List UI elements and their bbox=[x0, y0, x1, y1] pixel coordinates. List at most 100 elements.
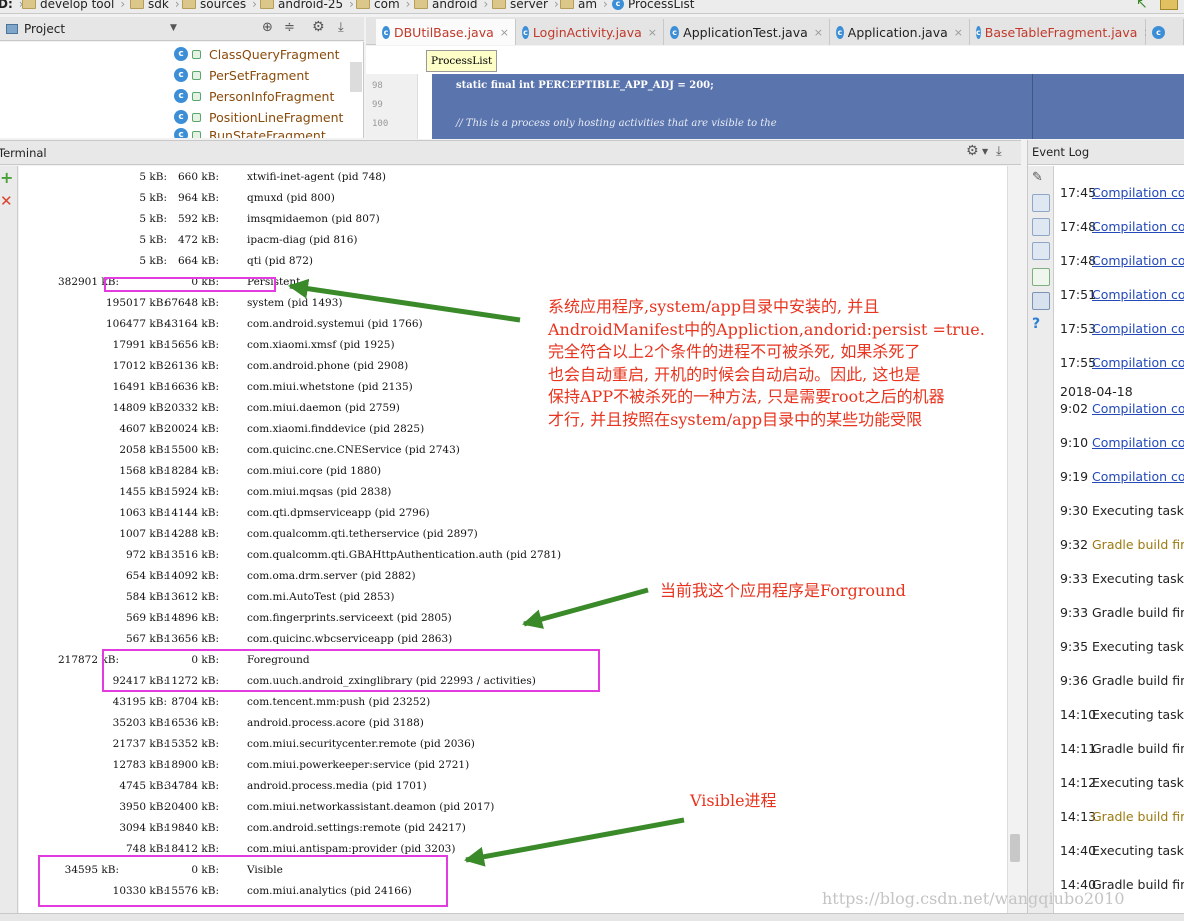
event-log-title[interactable]: Event Log bbox=[1028, 140, 1184, 165]
close-icon[interactable]: × bbox=[648, 26, 657, 39]
event-link[interactable]: Compilation cor bbox=[1092, 355, 1184, 370]
mark-read-icon[interactable] bbox=[1032, 268, 1050, 286]
wrench-icon[interactable]: ✎ bbox=[1032, 170, 1050, 188]
close-icon[interactable]: × bbox=[814, 26, 823, 39]
sdk-manager-icon[interactable] bbox=[1160, 0, 1178, 10]
add-terminal-icon[interactable]: + bbox=[0, 168, 13, 187]
close-icon[interactable]: × bbox=[500, 26, 509, 39]
event-time: 17:48 bbox=[1060, 219, 1097, 234]
line-number: 100 bbox=[372, 119, 389, 129]
terminal-cell-name: com.android.settings:remote (pid 24217) bbox=[247, 822, 466, 834]
terminal-row: 1063 kB: 14144 kB: com.qti.dpmserviceapp (… bbox=[19, 503, 1009, 523]
annotation-visible: Visible进程 bbox=[690, 791, 777, 810]
code-line: // This is a process only hosting activi… bbox=[456, 118, 777, 129]
balloon-icon[interactable] bbox=[1032, 194, 1050, 212]
close-icon[interactable]: × bbox=[954, 26, 963, 39]
annotation-persistent: 系统应用程序,system/app目录中安装的, 并且 AndroidManif… bbox=[548, 296, 985, 431]
event-link[interactable]: Compilation cor bbox=[1092, 253, 1184, 268]
terminal-row: 4745 kB: 34784 kB: android.process.media (… bbox=[19, 776, 1009, 796]
terminal-row: 5 kB: 664 kB: qti (pid 872) bbox=[19, 251, 1009, 271]
breadcrumb-item-android[interactable]: android › bbox=[414, 0, 488, 10]
close-terminal-icon[interactable]: ✕ bbox=[0, 192, 13, 210]
chevron-down-icon[interactable]: ▼ bbox=[982, 147, 988, 156]
tree-item[interactable]: c RunStateFragment bbox=[174, 128, 326, 138]
scroll-to-end-icon[interactable] bbox=[1032, 242, 1050, 260]
terminal-cell-mem: 20332 kB: bbox=[164, 402, 219, 414]
event-link[interactable]: Compilation cor bbox=[1092, 185, 1184, 200]
terminal-cell-mem: 664 kB: bbox=[178, 255, 219, 267]
terminal-header: Terminal ⚙ ▼ ⤓ bbox=[0, 140, 1021, 165]
terminal-cell-name: com.miui.networkassistant.deamon (pid 20… bbox=[247, 801, 495, 813]
class-icon: c bbox=[174, 68, 188, 82]
event-link[interactable]: Compilation cor bbox=[1092, 219, 1184, 234]
event-link[interactable]: Compilation cor bbox=[1092, 287, 1184, 302]
tree-item[interactable]: c ClassQueryFragment bbox=[174, 44, 340, 64]
tree-item[interactable]: c PositionLineFragment bbox=[174, 107, 343, 127]
event-link[interactable]: Compilation cor bbox=[1092, 321, 1184, 336]
hide-panel-icon[interactable]: ⤓ bbox=[338, 20, 344, 35]
gear-icon[interactable]: ⚙ bbox=[312, 19, 325, 35]
collapse-all-icon[interactable]: ≑ bbox=[284, 20, 295, 35]
breadcrumb-item-server[interactable]: server › bbox=[492, 0, 559, 10]
terminal-cell-name: com.quicinc.cne.CNEService (pid 2743) bbox=[247, 444, 460, 456]
breadcrumb-item-am[interactable]: am › bbox=[560, 0, 608, 10]
chevron-down-icon[interactable]: ▼ bbox=[170, 23, 177, 33]
terminal-cell-name: com.qualcomm.qti.tetherservice (pid 2897… bbox=[247, 528, 478, 540]
project-tree: c ClassQueryFragment c PerSetFragment c Per… bbox=[0, 42, 364, 138]
build-hammer-icon[interactable]: ↖ bbox=[1136, 0, 1148, 11]
event-link[interactable]: Compilation cor bbox=[1092, 401, 1184, 416]
event-link[interactable]: Compilation cor bbox=[1092, 435, 1184, 450]
terminal-row: 5 kB: 592 kB: imsqmidaemon (pid 807) bbox=[19, 209, 1009, 229]
event-entry: 9:35Executing tasks: bbox=[1060, 639, 1184, 654]
terminal-cell-name: com.miui.mqsas (pid 2838) bbox=[247, 486, 392, 498]
target-icon[interactable]: ⊕ bbox=[262, 20, 273, 35]
terminal-cell-mem: 14092 kB: bbox=[164, 570, 219, 582]
breadcrumb-drive[interactable]: D:› bbox=[0, 0, 24, 10]
tab-overflow[interactable]: c bbox=[1146, 19, 1184, 45]
terminal-cell-mem: 964 kB: bbox=[178, 192, 219, 204]
terminal-scrollbar[interactable] bbox=[1007, 166, 1021, 916]
class-icon: c bbox=[174, 47, 188, 61]
breadcrumb-item-android-25[interactable]: android-25 › bbox=[260, 0, 354, 10]
hide-panel-icon[interactable]: ⤓ bbox=[996, 144, 1002, 159]
terminal-cell-name: android.process.media (pid 1701) bbox=[247, 780, 427, 792]
tab-application[interactable]: c Application.java × bbox=[830, 19, 970, 45]
project-panel-header: Project ▼ ⊕ ≑ ⚙ ⤓ bbox=[0, 17, 364, 41]
highlight-box-visible bbox=[38, 855, 448, 907]
tree-item[interactable]: c PerSetFragment bbox=[174, 65, 309, 85]
breadcrumb-item-current[interactable]: c ProcessList bbox=[612, 0, 695, 10]
terminal-title[interactable]: Terminal bbox=[0, 146, 47, 160]
breadcrumb-item-sdk[interactable]: sdk › bbox=[130, 0, 180, 10]
tab-label: Application.java bbox=[847, 24, 948, 40]
scrollbar-thumb[interactable] bbox=[1010, 834, 1020, 862]
help-icon[interactable]: ? bbox=[1032, 316, 1050, 334]
annotation-line: 才行, 并且按照在system/app目录中的某些功能受限 bbox=[548, 409, 923, 429]
tree-scrollbar[interactable] bbox=[350, 62, 362, 92]
event-message: Executing tasks: bbox=[1092, 843, 1184, 858]
terminal-cell-mem: 67648 kB: bbox=[164, 297, 219, 309]
terminal-cell-name: com.miui.whetstone (pid 2135) bbox=[247, 381, 413, 393]
tab-applicationtest[interactable]: c ApplicationTest.java × bbox=[664, 19, 830, 45]
project-panel-title[interactable]: Project bbox=[24, 22, 65, 36]
breadcrumb-item-develop-tool[interactable]: develop tool › bbox=[22, 0, 125, 10]
highlight-box-foreground bbox=[102, 649, 600, 692]
terminal-cell-mem: 15924 kB: bbox=[164, 486, 219, 498]
breadcrumb-item-com[interactable]: com › bbox=[356, 0, 410, 10]
terminal-cell-name: com.xiaomi.finddevice (pid 2825) bbox=[247, 423, 425, 435]
tab-basetablefragment[interactable]: cBaseTableFragment.java× bbox=[970, 19, 1153, 45]
code-selection-right bbox=[1032, 74, 1184, 139]
event-link[interactable]: Compilation cor bbox=[1092, 469, 1184, 484]
trash-icon[interactable] bbox=[1032, 292, 1050, 310]
event-log-toolbar: ✎ ? bbox=[1028, 166, 1054, 921]
tab-dbutilbase[interactable]: c DBUtilBase.java × bbox=[376, 19, 516, 45]
breadcrumb-item-sources[interactable]: sources › bbox=[182, 0, 257, 10]
terminal-cell-name: com.tencent.mm:push (pid 23252) bbox=[247, 696, 431, 708]
event-time: 14:11 bbox=[1060, 741, 1097, 756]
terminal-row: 5 kB: 964 kB: qmuxd (pid 800) bbox=[19, 188, 1009, 208]
tree-item[interactable]: c PersonInfoFragment bbox=[174, 86, 334, 106]
gear-icon[interactable]: ⚙ bbox=[966, 143, 979, 159]
event-entry: 9:30Executing tasks: bbox=[1060, 503, 1184, 518]
tab-loginactivity[interactable]: c LoginActivity.java × bbox=[516, 19, 664, 45]
terminal-cell-mem: 660 kB: bbox=[178, 171, 219, 183]
soft-wrap-icon[interactable] bbox=[1032, 218, 1050, 236]
